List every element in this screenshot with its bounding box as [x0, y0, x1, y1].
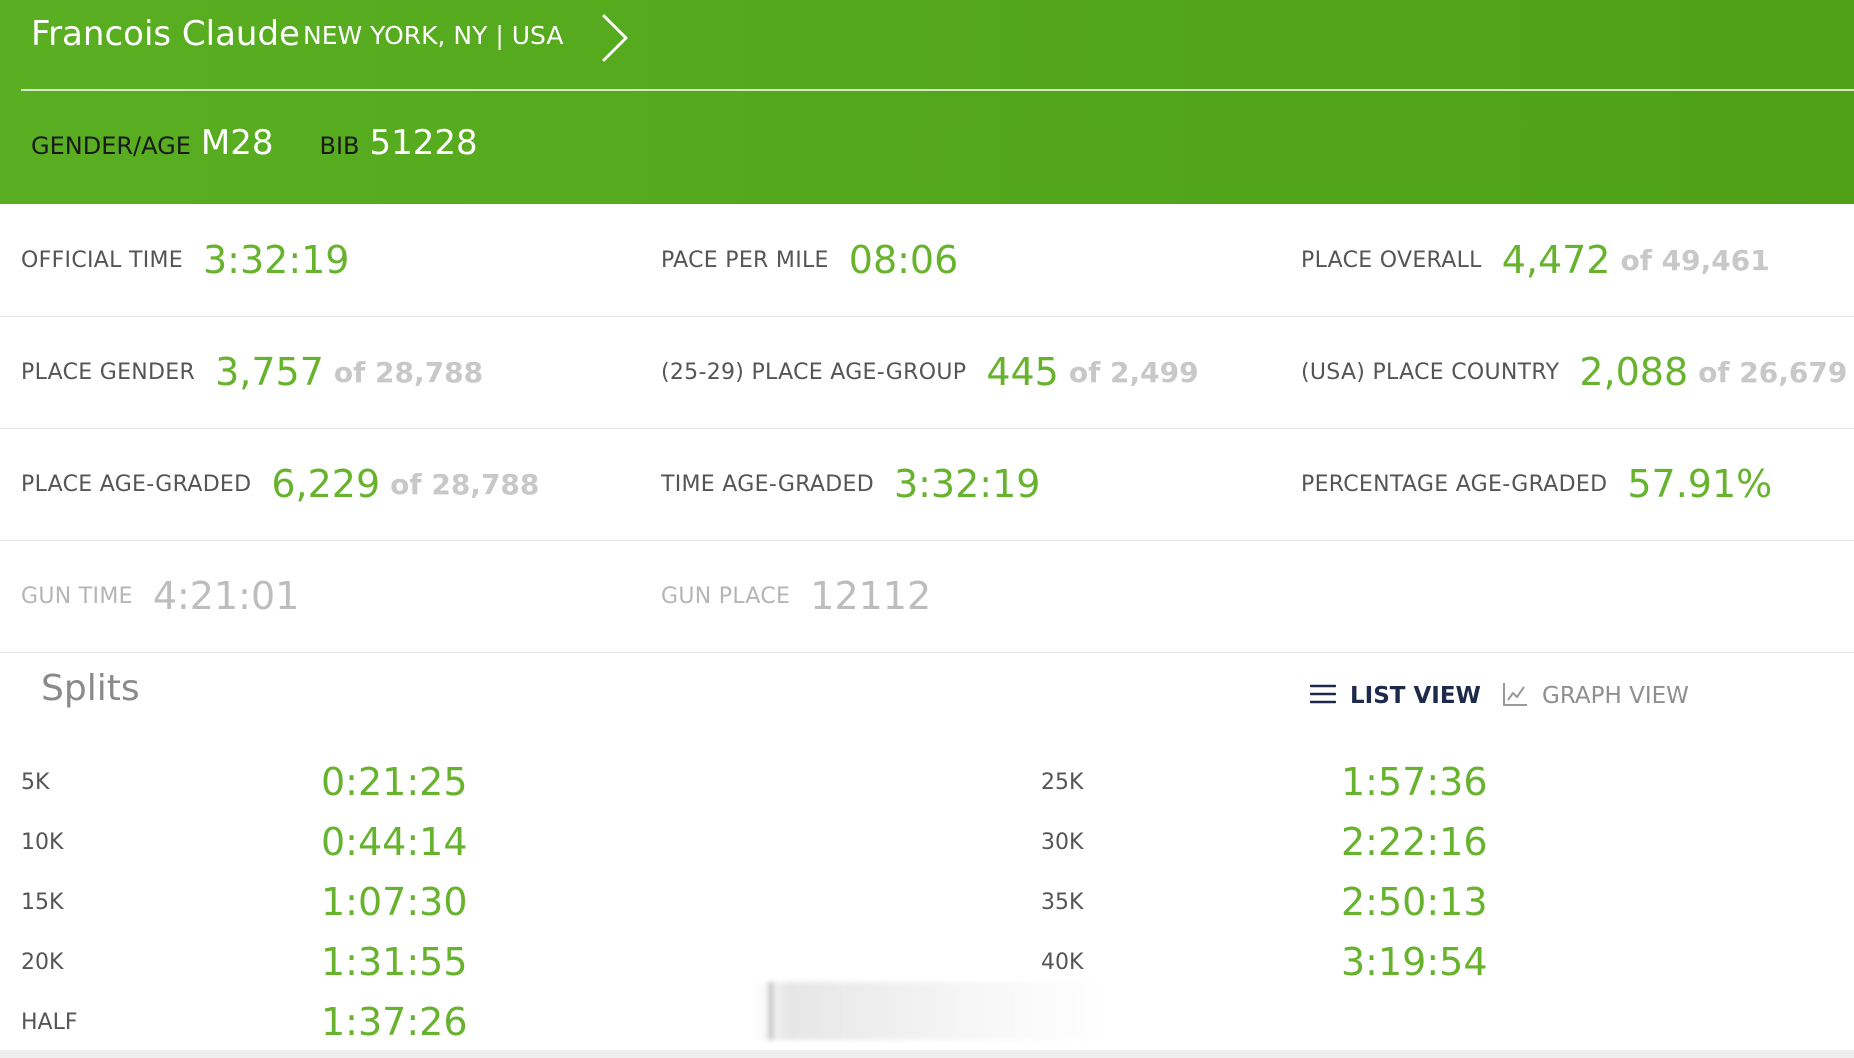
split-distance: 10K [21, 829, 64, 855]
split-row: 35K 2:50:13 [1041, 872, 1488, 932]
splits-title: Splits [41, 668, 140, 709]
graph-view-button[interactable]: GRAPH VIEW [1502, 676, 1689, 716]
stat-label: PACE PER MILE [661, 247, 829, 273]
split-distance: 15K [21, 889, 64, 915]
scroll-indicator-bar [768, 982, 774, 1040]
split-distance: 25K [1041, 769, 1084, 795]
stat-value: 2,088 [1579, 350, 1689, 394]
bottom-strip [0, 1050, 1854, 1058]
stat-value: 4:21:01 [152, 574, 300, 618]
stats-row-3: PLACE AGE-GRADED 6,229 of 28,788 TIME AG… [0, 428, 1854, 541]
stat-time-age-graded: TIME AGE-GRADED 3:32:19 [661, 428, 1040, 540]
split-distance: 5K [21, 769, 50, 795]
stat-label: TIME AGE-GRADED [661, 471, 874, 497]
list-view-button[interactable]: LIST VIEW [1309, 676, 1481, 716]
split-time: 0:44:14 [321, 820, 468, 864]
stat-value: 3,757 [215, 350, 324, 394]
split-time: 1:31:55 [321, 940, 468, 984]
split-row: HALF 1:37:26 [21, 992, 468, 1052]
split-time: 2:22:16 [1341, 820, 1488, 864]
list-view-label: LIST VIEW [1350, 683, 1481, 709]
stat-gun-place: GUN PLACE 12112 [661, 540, 931, 652]
stat-place-overall: PLACE OVERALL 4,472 of 49,461 [1301, 204, 1770, 316]
stat-label: PERCENTAGE AGE-GRADED [1301, 471, 1608, 497]
stat-total: of 26,679 [1698, 355, 1848, 389]
bib-value: 51228 [369, 123, 478, 163]
split-distance: 35K [1041, 889, 1084, 915]
header-divider [21, 89, 1854, 91]
stat-label: GUN PLACE [661, 583, 791, 609]
split-time: 2:50:13 [1341, 880, 1488, 924]
split-time: 1:37:26 [321, 1000, 468, 1044]
stat-place-age-graded: PLACE AGE-GRADED 6,229 of 28,788 [21, 428, 539, 540]
stat-value: 445 [986, 350, 1059, 394]
gender-age-value: M28 [200, 123, 274, 163]
stat-label: PLACE OVERALL [1301, 247, 1482, 273]
runner-location: NEW YORK, NY | USA [303, 21, 564, 50]
stat-place-age-group: (25-29) PLACE AGE-GROUP 445 of 2,499 [661, 316, 1199, 428]
split-distance: HALF [21, 1009, 78, 1035]
chevron-right-icon[interactable] [594, 12, 634, 64]
stat-label: (USA) PLACE COUNTRY [1301, 359, 1560, 385]
stat-total: of 2,499 [1068, 355, 1199, 389]
stat-value: 6,229 [271, 462, 381, 506]
stat-label: PLACE AGE-GRADED [21, 471, 252, 497]
split-row: 25K 1:57:36 [1041, 752, 1488, 812]
split-row: 15K 1:07:30 [21, 872, 468, 932]
split-time: 3:19:54 [1341, 940, 1488, 984]
stat-pace-per-mile: PACE PER MILE 08:06 [661, 204, 958, 316]
gender-age-label: GENDER/AGE [31, 132, 191, 160]
stat-place-country: (USA) PLACE COUNTRY 2,088 of 26,679 [1301, 316, 1847, 428]
runner-details: GENDER/AGE M28 BIB 51228 [31, 123, 478, 169]
stat-total: of 28,788 [390, 467, 540, 501]
stat-gun-time: GUN TIME 4:21:01 [21, 540, 299, 652]
stat-value: 08:06 [848, 238, 959, 282]
stat-value: 4,472 [1501, 238, 1611, 282]
stat-value: 3:32:19 [893, 462, 1041, 506]
split-row: 5K 0:21:25 [21, 752, 468, 812]
stats-row-2: PLACE GENDER 3,757 of 28,788 (25-29) PLA… [0, 316, 1854, 429]
split-distance: 40K [1041, 949, 1084, 975]
stat-percentage-age-graded: PERCENTAGE AGE-GRADED 57.91% [1301, 428, 1772, 540]
stat-label: GUN TIME [21, 583, 133, 609]
split-distance: 30K [1041, 829, 1084, 855]
split-time: 1:07:30 [321, 880, 468, 924]
bib-label: BIB [319, 132, 360, 160]
split-row: 20K 1:31:55 [21, 932, 468, 992]
split-time: 0:21:25 [321, 760, 468, 804]
split-row: 10K 0:44:14 [21, 812, 468, 872]
stat-official-time: OFFICIAL TIME 3:32:19 [21, 204, 349, 316]
list-icon [1309, 683, 1337, 709]
split-time: 1:57:36 [1341, 760, 1488, 804]
runner-header: Francois Claude NEW YORK, NY | USA GENDE… [0, 0, 1854, 204]
stat-value: 12112 [810, 574, 932, 618]
stat-label: OFFICIAL TIME [21, 247, 183, 273]
stat-value: 3:32:19 [202, 238, 350, 282]
stat-label: PLACE GENDER [21, 359, 196, 385]
line-chart-icon [1502, 681, 1528, 711]
stat-total: of 49,461 [1620, 243, 1770, 277]
stat-place-gender: PLACE GENDER 3,757 of 28,788 [21, 316, 483, 428]
stat-value: 57.91% [1627, 462, 1773, 506]
stats-row-1: OFFICIAL TIME 3:32:19 PACE PER MILE 08:0… [0, 204, 1854, 317]
stats-row-4: GUN TIME 4:21:01 GUN PLACE 12112 [0, 540, 1854, 653]
runner-name: Francois Claude [31, 14, 300, 54]
split-row: 30K 2:22:16 [1041, 812, 1488, 872]
scroll-indicator[interactable] [754, 982, 1114, 1040]
graph-view-label: GRAPH VIEW [1542, 683, 1689, 709]
stat-label: (25-29) PLACE AGE-GROUP [661, 359, 967, 385]
split-distance: 20K [21, 949, 64, 975]
stat-total: of 28,788 [333, 355, 484, 389]
